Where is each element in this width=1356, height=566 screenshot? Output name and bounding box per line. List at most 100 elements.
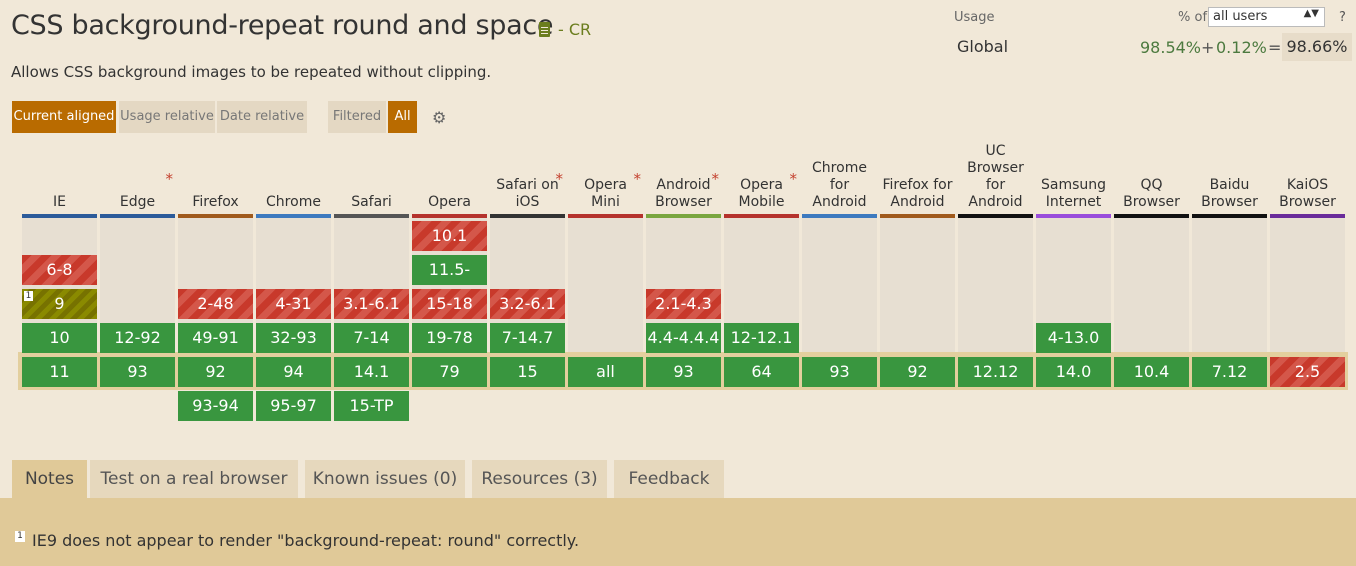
date-relative-button[interactable]: Date relative: [217, 101, 307, 133]
support-cell[interactable]: 32-93: [256, 323, 331, 353]
support-cell[interactable]: 19-78: [412, 323, 487, 353]
support-cell[interactable]: 15: [490, 357, 565, 387]
browser-color-bar: [958, 214, 1033, 218]
browser-header-safari-on-ios[interactable]: Safari on iOS *: [490, 145, 565, 211]
support-cell[interactable]: 93: [802, 357, 877, 387]
browser-header-android-browser[interactable]: Android Browser *: [646, 145, 721, 211]
support-cell[interactable]: 9: [22, 289, 97, 319]
browser-color-bar: [646, 214, 721, 218]
support-cell[interactable]: 93: [646, 357, 721, 387]
browser-color-bar: [568, 214, 643, 218]
support-cell[interactable]: 11.5-12.1: [412, 255, 487, 309]
browser-color-bar: [1114, 214, 1189, 218]
browser-header-firefox-for-android[interactable]: Firefox for Android: [880, 145, 955, 211]
browser-color-bar: [412, 214, 487, 218]
tab-feedback[interactable]: Feedback: [614, 460, 724, 498]
browser-header-opera[interactable]: Opera: [412, 145, 487, 211]
current-aligned-button[interactable]: Current aligned: [12, 101, 116, 133]
browser-header-qq-browser[interactable]: QQ Browser: [1114, 145, 1189, 211]
browser-header-firefox[interactable]: Firefox: [178, 145, 253, 211]
support-cell[interactable]: 2.1-4.3: [646, 289, 721, 319]
browser-header-samsung-internet[interactable]: Samsung Internet: [1036, 145, 1111, 211]
browser-name: Android Browser: [655, 177, 712, 210]
total-percent: 98.66%: [1282, 33, 1352, 61]
support-cell[interactable]: 4-13.0: [1036, 323, 1111, 353]
filtered-button[interactable]: Filtered: [328, 101, 386, 133]
settings-gear-icon[interactable]: ⚙: [432, 108, 446, 127]
note-asterisk-icon: *: [789, 170, 798, 188]
help-link[interactable]: ?: [1339, 10, 1346, 25]
document-icon[interactable]: [539, 22, 550, 37]
browser-header-edge[interactable]: Edge *: [100, 145, 175, 211]
support-cell[interactable]: 93-94: [178, 391, 253, 421]
usage-relative-button[interactable]: Usage relative: [119, 101, 215, 133]
support-cell[interactable]: 7-14.7: [490, 323, 565, 353]
support-cell[interactable]: 4-31: [256, 289, 331, 319]
support-cell[interactable]: all: [568, 357, 643, 387]
support-cell[interactable]: 92: [880, 357, 955, 387]
support-cell[interactable]: 49-91: [178, 323, 253, 353]
support-cell[interactable]: 10: [22, 323, 97, 353]
support-cell[interactable]: 2-48: [178, 289, 253, 319]
support-cell[interactable]: 11: [22, 357, 97, 387]
browser-header-opera-mobile[interactable]: Opera Mobile *: [724, 145, 799, 211]
support-cell[interactable]: 94: [256, 357, 331, 387]
browser-header-safari[interactable]: Safari: [334, 145, 409, 211]
support-cell[interactable]: 14.1: [334, 357, 409, 387]
browser-name: Opera Mobile: [738, 177, 785, 210]
support-cell[interactable]: 93: [100, 357, 175, 387]
browser-color-bar: [178, 214, 253, 218]
support-cell[interactable]: 92: [178, 357, 253, 387]
tab-resources[interactable]: Resources (3): [472, 460, 607, 498]
browser-name: Safari: [351, 194, 392, 210]
support-cell[interactable]: 2.5: [1270, 357, 1345, 387]
footnote-text: IE9 does not appear to render "backgroun…: [32, 531, 580, 550]
support-cell[interactable]: 15-18: [412, 289, 487, 319]
spec-status[interactable]: - CR: [558, 20, 591, 39]
plus-sign: +: [1201, 38, 1215, 57]
browser-name: Opera: [428, 194, 471, 210]
support-cell[interactable]: 10.4: [1114, 357, 1189, 387]
cell-note-number: 1: [24, 291, 33, 301]
pct-of-label: % of: [1178, 10, 1208, 25]
footnote-number: 1: [15, 531, 25, 542]
browser-name: QQ Browser: [1123, 177, 1180, 210]
browser-header-kaios-browser[interactable]: KaiOS Browser: [1270, 145, 1345, 211]
support-cell[interactable]: 95-97: [256, 391, 331, 421]
browser-header-opera-mini[interactable]: Opera Mini *: [568, 145, 643, 211]
support-cell[interactable]: 14.0: [1036, 357, 1111, 387]
tab-known-issues[interactable]: Known issues (0): [305, 460, 465, 498]
support-cell[interactable]: 6-8: [22, 255, 97, 285]
support-cell[interactable]: 64: [724, 357, 799, 387]
support-cell[interactable]: 7.12: [1192, 357, 1267, 387]
support-cell[interactable]: 79: [412, 357, 487, 387]
browser-name: IE: [53, 194, 66, 210]
tab-notes[interactable]: Notes: [12, 460, 87, 500]
browser-header-chrome[interactable]: Chrome: [256, 145, 331, 211]
support-cell[interactable]: 12-92: [100, 323, 175, 353]
all-button[interactable]: All: [388, 101, 417, 133]
support-cell[interactable]: 3.2-6.1: [490, 289, 565, 319]
support-cell[interactable]: 15-TP: [334, 391, 409, 421]
support-cell[interactable]: 3.1-6.1: [334, 289, 409, 319]
feature-description: Allows CSS background images to be repea…: [11, 63, 492, 81]
partial-percent: 0.12%: [1216, 38, 1267, 57]
equals-sign: =: [1268, 38, 1282, 57]
note-asterisk-icon: *: [633, 170, 642, 188]
user-type-value: all users: [1213, 9, 1268, 24]
browser-header-baidu-browser[interactable]: Baidu Browser: [1192, 145, 1267, 211]
browser-header-chrome-for-android[interactable]: Chrome for Android: [802, 145, 877, 211]
support-cell[interactable]: 12.12: [958, 357, 1033, 387]
browser-header-ie[interactable]: IE: [22, 145, 97, 211]
browser-color-bar: [22, 214, 97, 218]
user-type-select[interactable]: all users ▲▼: [1208, 7, 1325, 27]
tab-test-on-real-browser[interactable]: Test on a real browser: [90, 460, 298, 498]
browser-color-bar: [490, 214, 565, 218]
support-cell[interactable]: 12-12.1: [724, 323, 799, 353]
support-cell[interactable]: 7-14: [334, 323, 409, 353]
support-cell[interactable]: 4.4-4.4.4: [646, 323, 721, 353]
browser-header-uc-browser-for-android[interactable]: UC Browser for Android: [958, 143, 1033, 211]
page-title: CSS background-repeat round and space: [11, 10, 554, 41]
browser-color-bar: [1270, 214, 1345, 218]
support-cell[interactable]: 10.1: [412, 221, 487, 251]
